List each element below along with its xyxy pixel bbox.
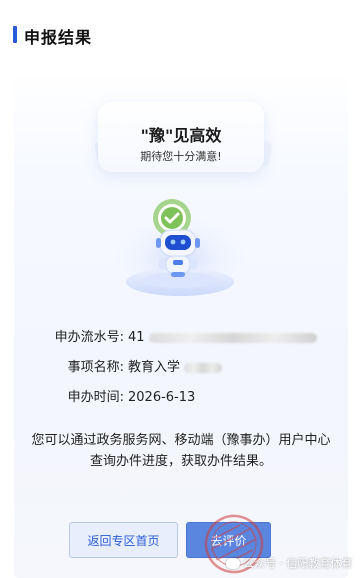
page-title: 申报结果 [24,28,93,47]
redacted-blur [184,362,223,373]
robot-illustration [114,199,246,302]
evaluate-button[interactable]: 去评价 [186,522,271,558]
field-label: 事项名称: [67,360,124,375]
field-label: 申办时间: [67,390,124,405]
field-value: 41 [128,330,145,345]
notice-text: 您可以通过政务服务网、移动端（豫事办）用户中心查询办件进度，获取办件结果。 [31,433,331,469]
slogan-title: "豫"见高效 [140,126,222,145]
redacted-blur [148,332,317,343]
slogan-subtitle: 期待您十分满意! [140,150,222,163]
field-value: 2026-6-13 [128,390,196,405]
field-serial-number: 申办流水号: 41 [40,326,317,345]
field-value: 教育入学 [128,360,181,375]
watermark: 公众号 · 信阳教育体育 [226,555,353,571]
wechat-icon [226,557,240,569]
field-item-name: 事项名称: 教育入学 [40,356,223,375]
title-accent-bar [13,26,17,43]
field-label: 申办流水号: [54,330,124,345]
back-to-home-button[interactable]: 返回专区首页 [69,522,178,558]
field-apply-time: 申办时间: 2026-6-13 [40,386,196,405]
page-header: 申报结果 [0,0,362,68]
watermark-text: 公众号 · 信阳教育体育 [243,557,353,570]
